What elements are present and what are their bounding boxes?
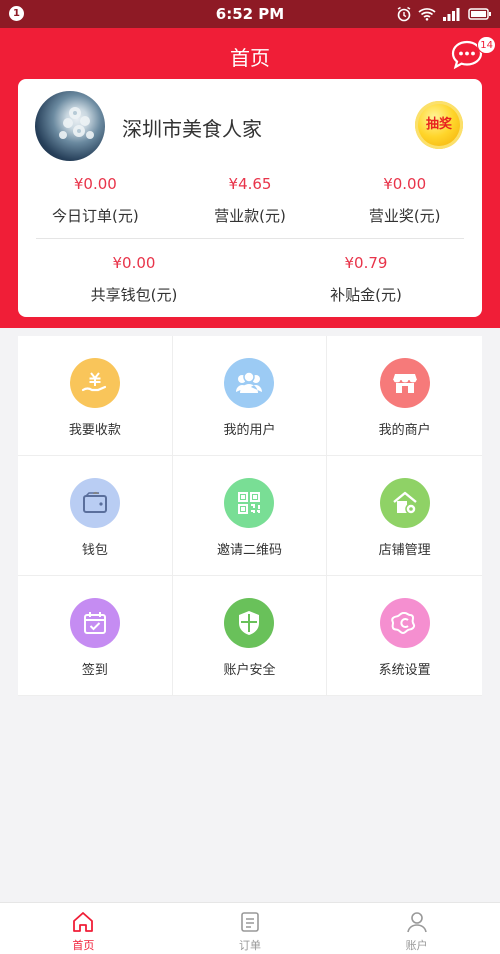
bottom-tab-bar: 首页 订单 账户 <box>0 902 500 954</box>
menu-item-receive-money[interactable]: 我要收款 <box>18 336 173 456</box>
tab-label: 账户 <box>405 939 428 952</box>
status-icons <box>396 6 492 22</box>
tab-account[interactable]: 账户 <box>333 903 500 954</box>
menu-item-invite-qr[interactable]: 邀请二维码 <box>172 456 328 576</box>
status-bar: 1 6:52 PM <box>0 0 500 28</box>
merchant-card: 深圳市美食人家 抽奖 ¥0.00 今日订单(元) ¥4.65 营业款(元) ¥0… <box>18 79 482 317</box>
merchant-name: 深圳市美食人家 <box>122 117 262 141</box>
menu-label: 账户安全 <box>223 663 276 678</box>
menu-label: 邀请二维码 <box>216 543 282 558</box>
receive-money-icon <box>69 358 120 408</box>
stat-today-orders[interactable]: ¥0.00 今日订单(元) <box>18 173 173 226</box>
stat-label: 营业款(元) <box>214 207 286 225</box>
orders-icon <box>241 912 259 932</box>
tab-label: 订单 <box>239 939 261 952</box>
stat-revenue[interactable]: ¥4.65 营业款(元) <box>173 173 328 226</box>
stat-label: 今日订单(元) <box>51 207 139 225</box>
menu-label: 钱包 <box>81 543 108 558</box>
tab-orders[interactable]: 订单 <box>167 903 334 954</box>
stat-value: ¥0.00 <box>112 254 156 272</box>
stat-label: 共享钱包(元) <box>90 286 178 304</box>
menu-item-account-security[interactable]: 账户安全 <box>172 576 328 696</box>
wifi-icon <box>418 8 436 21</box>
menu-item-my-users[interactable]: 我的用户 <box>172 336 328 456</box>
avatar-flower-image <box>59 107 94 139</box>
stat-value: ¥0.00 <box>383 175 427 193</box>
account-icon <box>406 912 427 933</box>
stat-label: 补贴金(元) <box>330 286 402 304</box>
stat-value: ¥4.65 <box>228 175 272 193</box>
tab-home[interactable]: 首页 <box>0 903 167 954</box>
message-badge: 14 <box>477 36 496 54</box>
menu-item-shop-management[interactable]: 店铺管理 <box>327 456 482 576</box>
menu-label: 我的用户 <box>223 423 276 438</box>
shield-icon <box>224 598 275 648</box>
battery-icon <box>468 8 491 20</box>
shop-settings-icon <box>379 478 430 528</box>
menu-item-my-merchants[interactable]: 我的商户 <box>327 336 482 456</box>
menu-label: 店铺管理 <box>378 543 431 558</box>
users-icon <box>224 358 275 408</box>
menu-label: 我的商户 <box>378 423 431 438</box>
menu-item-wallet[interactable]: 钱包 <box>18 456 173 576</box>
menu-label: 我要收款 <box>68 423 121 438</box>
stats-row-primary: ¥0.00 今日订单(元) ¥4.65 营业款(元) ¥0.00 营业奖(元) <box>18 173 482 226</box>
menu-item-system-settings[interactable]: 系统设置 <box>327 576 482 696</box>
menu-label: 签到 <box>81 663 108 678</box>
stat-subsidy[interactable]: ¥0.79 补贴金(元) <box>250 252 482 305</box>
tab-label: 首页 <box>72 939 95 952</box>
stat-label: 营业奖(元) <box>368 207 441 225</box>
menu-grid: 我要收款 我的用户 我的商户 钱包 邀请二维码 店铺管理 签到 账户安全 系统设… <box>18 336 482 696</box>
home-icon <box>73 912 94 932</box>
stat-value: ¥0.79 <box>344 254 388 272</box>
menu-label: 系统设置 <box>378 663 431 678</box>
settings-icon <box>379 598 430 648</box>
signal-icon <box>443 8 460 21</box>
stat-value: ¥0.00 <box>73 175 117 193</box>
qr-code-icon <box>224 478 275 528</box>
lottery-button[interactable]: 抽奖 <box>415 101 463 149</box>
page-title: 首页 <box>230 46 270 70</box>
divider <box>36 238 464 239</box>
stat-business-reward[interactable]: ¥0.00 营业奖(元) <box>327 173 482 226</box>
stats-row-secondary: ¥0.00 共享钱包(元) ¥0.79 补贴金(元) <box>18 252 482 305</box>
stat-shared-wallet[interactable]: ¥0.00 共享钱包(元) <box>18 252 250 305</box>
alarm-icon <box>397 6 411 22</box>
store-icon <box>379 358 430 408</box>
calendar-check-icon <box>69 598 120 648</box>
avatar[interactable] <box>35 91 105 161</box>
wallet-icon <box>69 478 120 528</box>
menu-item-check-in[interactable]: 签到 <box>18 576 173 696</box>
